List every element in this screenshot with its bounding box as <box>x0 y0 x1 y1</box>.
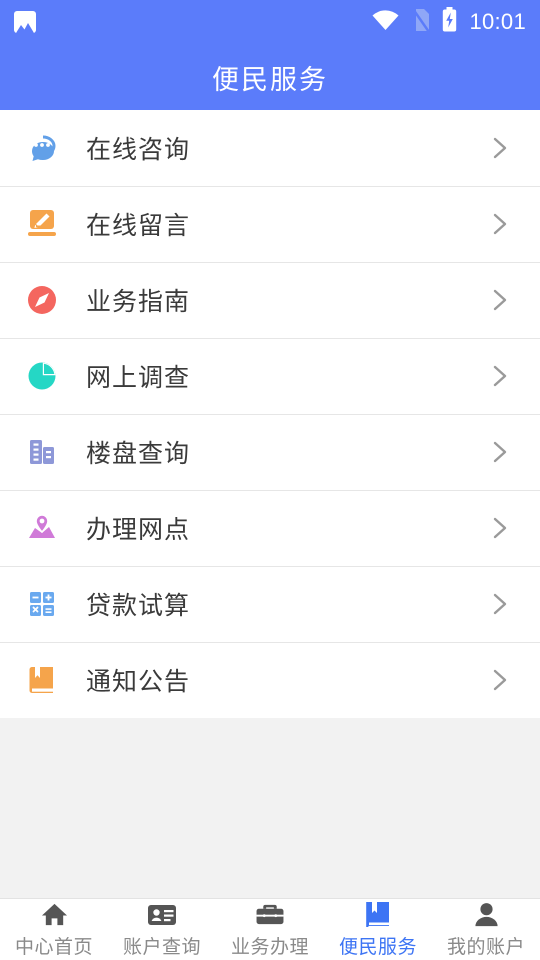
list-item-business-guide[interactable]: 业务指南 <box>0 262 540 338</box>
chevron-right-icon <box>493 593 507 615</box>
list-item-label: 业务指南 <box>86 288 191 316</box>
chevron-right-icon <box>493 517 507 539</box>
map-pin-icon <box>20 506 64 550</box>
book-icon <box>365 901 391 929</box>
list-item-label: 网上调查 <box>86 364 191 392</box>
tab-convenience-service[interactable]: 便民服务 <box>324 899 432 960</box>
id-card-icon <box>147 901 177 929</box>
tab-label: 我的账户 <box>446 936 525 958</box>
list-item-loan-calculator[interactable]: 贷款试算 <box>0 566 540 642</box>
tab-my-account[interactable]: 我的账户 <box>432 899 540 960</box>
list-item-label: 办理网点 <box>86 516 191 544</box>
home-icon <box>41 901 68 929</box>
list-item-label: 通知公告 <box>86 668 191 696</box>
service-list: 在线咨询 在线留言 业务指南 网上调查 楼盘查询 办理网点 贷款试算 通知公告 <box>0 110 540 718</box>
list-item-online-consult[interactable]: 在线咨询 <box>0 110 540 186</box>
status-bar-clock: 10:01 <box>469 9 526 34</box>
buildings-icon <box>20 430 64 474</box>
tab-label: 中心首页 <box>14 936 93 958</box>
list-item-notice-announcement[interactable]: 通知公告 <box>0 642 540 718</box>
list-item-label: 在线咨询 <box>86 136 191 164</box>
empty-area <box>0 718 540 898</box>
image-icon <box>14 11 36 33</box>
list-item-online-message[interactable]: 在线留言 <box>0 186 540 262</box>
chat-bubbles-icon <box>20 126 64 170</box>
tab-home[interactable]: 中心首页 <box>0 899 108 960</box>
chevron-right-icon <box>493 289 507 311</box>
tab-label: 业务办理 <box>230 936 309 958</box>
list-item-online-survey[interactable]: 网上调查 <box>0 338 540 414</box>
person-icon <box>473 901 500 929</box>
app-header: 便民服务 <box>0 44 540 110</box>
status-bar: 10:01 <box>0 0 540 44</box>
pie-chart-icon <box>20 354 64 398</box>
battery-charging-icon <box>442 7 457 37</box>
tab-account-query[interactable]: 账户查询 <box>108 899 216 960</box>
status-bar-right: 10:01 <box>372 7 526 37</box>
chevron-right-icon <box>493 365 507 387</box>
edit-pencil-icon <box>20 202 64 246</box>
app-screen: 10:01 便民服务 在线咨询 在线留言 业务指南 网上调查 楼盘查询 办理网点… <box>0 0 540 960</box>
bottom-navigation: 中心首页 账户查询 业务办理 便民服务 我的账户 <box>0 898 540 960</box>
page-title: 便民服务 <box>212 64 328 95</box>
list-item-label: 贷款试算 <box>86 592 191 620</box>
chevron-right-icon <box>493 441 507 463</box>
book-icon <box>20 658 64 702</box>
chevron-right-icon <box>493 669 507 691</box>
tab-label: 便民服务 <box>338 936 417 958</box>
list-item-label: 在线留言 <box>86 212 191 240</box>
briefcase-icon <box>255 901 285 929</box>
chevron-right-icon <box>493 137 507 159</box>
chevron-right-icon <box>493 213 507 235</box>
calculator-icon <box>20 582 64 626</box>
status-bar-left <box>14 11 36 33</box>
tab-label: 账户查询 <box>122 936 201 958</box>
tab-business[interactable]: 业务办理 <box>216 899 324 960</box>
no-sim-icon <box>411 7 431 37</box>
list-item-label: 楼盘查询 <box>86 440 191 468</box>
list-item-service-outlets[interactable]: 办理网点 <box>0 490 540 566</box>
compass-icon <box>20 278 64 322</box>
list-item-property-query[interactable]: 楼盘查询 <box>0 414 540 490</box>
wifi-icon <box>372 9 399 36</box>
